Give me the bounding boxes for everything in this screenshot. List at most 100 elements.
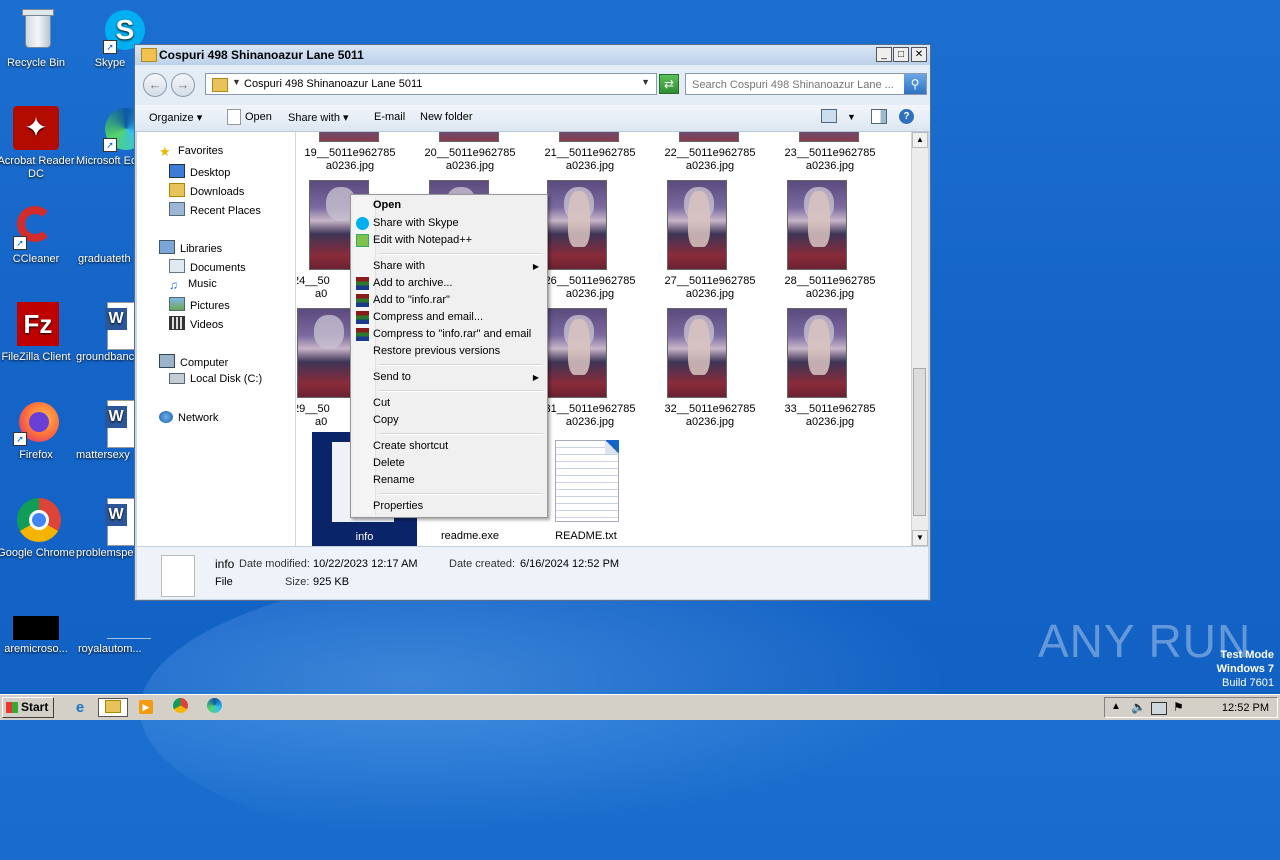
file-item-label[interactable]: 31__5011e962785 a0236.jpg	[531, 403, 649, 429]
menu-share-with[interactable]: Share with	[373, 260, 425, 272]
image-thumbnail[interactable]	[297, 308, 357, 398]
scrollbar-thumb[interactable]	[913, 368, 926, 516]
menu-open[interactable]: Open	[373, 199, 401, 211]
nav-downloads[interactable]: Downloads	[169, 183, 244, 198]
chrome-taskbar-icon[interactable]	[170, 698, 190, 717]
file-name-2: a0236.jpg	[325, 160, 375, 172]
organize-button[interactable]: Organize ▾	[149, 111, 202, 124]
file-item-label[interactable]: 22__5011e962785 a0236.jpg	[651, 147, 769, 173]
address-dropdown-icon[interactable]: ▼	[641, 77, 650, 87]
volume-icon[interactable]: 🔈	[1131, 700, 1146, 714]
image-thumbnail[interactable]	[667, 308, 727, 398]
nav-favorites[interactable]: ★ Favorites	[159, 144, 223, 160]
nav-pictures[interactable]: Pictures	[169, 297, 230, 312]
view-dropdown-icon[interactable]: ▼	[847, 112, 856, 122]
maximize-button[interactable]: □	[893, 47, 909, 62]
menu-compress-info-email[interactable]: Compress to "info.rar" and email	[373, 328, 531, 340]
search-input[interactable]	[690, 75, 904, 95]
desktop-icon-royalautom[interactable]: royalautom...	[70, 616, 151, 656]
preview-pane-icon[interactable]	[871, 109, 887, 124]
file-item-label[interactable]: 32__5011e962785 a0236.jpg	[651, 403, 769, 429]
file-item-label[interactable]: 20__5011e962785 a0236.jpg	[411, 147, 529, 173]
file-item-label[interactable]: readme.exe	[411, 530, 529, 543]
internet-explorer-icon[interactable]: e	[70, 698, 90, 717]
image-thumbnail[interactable]	[787, 308, 847, 398]
file-item-label[interactable]: 28__5011e962785 a0236.jpg	[771, 275, 889, 301]
text-file-icon[interactable]	[555, 440, 619, 522]
file-item-label[interactable]: 27__5011e962785 a0236.jpg	[651, 275, 769, 301]
image-thumbnail[interactable]	[799, 132, 859, 142]
file-item-label[interactable]: 26__5011e962785 a0236.jpg	[531, 275, 649, 301]
refresh-button[interactable]: ⇄	[659, 74, 679, 94]
nav-documents[interactable]: Documents	[169, 259, 246, 274]
forward-button[interactable]: →	[171, 73, 195, 97]
image-thumbnail[interactable]	[547, 308, 607, 398]
help-icon[interactable]: ?	[899, 109, 914, 124]
menu-properties[interactable]: Properties	[373, 500, 423, 512]
edge-taskbar-icon[interactable]	[204, 698, 224, 717]
clock[interactable]: 12:52 PM	[1222, 702, 1269, 714]
view-options-icon[interactable]	[821, 109, 837, 123]
menu-create-shortcut[interactable]: Create shortcut	[373, 440, 448, 452]
open-button[interactable]: Open	[245, 111, 272, 123]
menu-share-skype[interactable]: Share with Skype	[373, 217, 459, 229]
desktop-icon-firefox[interactable]: ➚ Firefox	[0, 400, 76, 462]
title-bar[interactable]: Cospuri 498 Shinanoazur Lane 5011 _ □ ✕	[135, 45, 930, 65]
menu-compress-email[interactable]: Compress and email...	[373, 311, 483, 323]
file-item-label[interactable]: README.txt	[527, 530, 645, 543]
menu-restore-versions[interactable]: Restore previous versions	[373, 345, 500, 357]
file-item-label[interactable]: 33__5011e962785 a0236.jpg	[771, 403, 889, 429]
file-item-label[interactable]: 21__5011e962785 a0236.jpg	[531, 147, 649, 173]
file-item-label[interactable]: 23__5011e962785 a0236.jpg	[771, 147, 889, 173]
menu-cut[interactable]: Cut	[373, 397, 390, 409]
nav-network[interactable]: Network	[159, 411, 218, 424]
vertical-scrollbar[interactable]: ▲ ▼	[911, 132, 928, 546]
menu-delete[interactable]: Delete	[373, 457, 405, 469]
menu-copy[interactable]: Copy	[373, 414, 399, 426]
nav-local-disk[interactable]: Local Disk (C:)	[169, 373, 262, 385]
desktop-icon-filezilla[interactable]: Fz FileZilla Client	[0, 302, 76, 364]
nav-desktop[interactable]: Desktop	[169, 164, 230, 179]
image-thumbnail[interactable]	[559, 132, 619, 142]
tray-expand-icon[interactable]: ▲	[1111, 701, 1121, 712]
menu-add-info-rar[interactable]: Add to "info.rar"	[373, 294, 450, 306]
media-player-icon[interactable]: ▶	[136, 698, 156, 717]
image-thumbnail[interactable]	[667, 180, 727, 270]
address-path: Cospuri 498 Shinanoazur Lane 5011	[244, 78, 423, 90]
menu-rename[interactable]: Rename	[373, 474, 415, 486]
image-thumbnail[interactable]	[679, 132, 739, 142]
image-thumbnail[interactable]	[439, 132, 499, 142]
address-bar[interactable]: ▼ Cospuri 498 Shinanoazur Lane 5011 ▼	[205, 73, 657, 95]
image-thumbnail[interactable]	[319, 132, 379, 142]
desktop-icon-chrome[interactable]: Google Chrome	[0, 498, 76, 560]
start-button[interactable]: Start	[2, 697, 54, 718]
nav-libraries[interactable]: Libraries	[159, 240, 222, 255]
explorer-taskbar-icon[interactable]	[98, 698, 128, 717]
image-thumbnail[interactable]	[547, 180, 607, 270]
breadcrumb-arrow-icon[interactable]: ▼	[232, 77, 241, 87]
minimize-button[interactable]: _	[876, 47, 892, 62]
share-with-button[interactable]: Share with ▾	[288, 111, 349, 124]
image-thumbnail[interactable]	[787, 180, 847, 270]
search-icon[interactable]: ⚲	[904, 74, 926, 94]
network-tray-icon[interactable]	[1151, 702, 1167, 715]
nav-videos[interactable]: Videos	[169, 316, 223, 331]
close-button[interactable]: ✕	[911, 47, 927, 62]
desktop-icon-acrobat[interactable]: ✦ Acrobat Reader DC	[0, 106, 76, 181]
file-item-label[interactable]: 19__5011e962785 a0236.jpg	[297, 147, 409, 173]
nav-computer[interactable]: Computer	[159, 354, 228, 369]
desktop-icon-aremicroso[interactable]: aremicroso...	[0, 616, 76, 656]
email-button[interactable]: E-mail	[374, 111, 405, 123]
new-folder-button[interactable]: New folder	[420, 111, 473, 123]
menu-add-archive[interactable]: Add to archive...	[373, 277, 453, 289]
nav-recent-places[interactable]: Recent Places	[169, 202, 261, 217]
menu-send-to[interactable]: Send to	[373, 371, 411, 383]
nav-music[interactable]: ♫ Music	[169, 278, 217, 292]
desktop-icon-recycle-bin[interactable]: Recycle Bin	[0, 8, 76, 70]
scroll-down-button[interactable]: ▼	[912, 530, 928, 546]
desktop-icon-ccleaner[interactable]: ➚ CCleaner	[0, 204, 76, 266]
back-button[interactable]: ←	[143, 73, 167, 97]
action-center-flag-icon[interactable]: ⚑	[1173, 700, 1184, 714]
menu-edit-notepad[interactable]: Edit with Notepad++	[373, 234, 472, 246]
scroll-up-button[interactable]: ▲	[912, 132, 928, 148]
